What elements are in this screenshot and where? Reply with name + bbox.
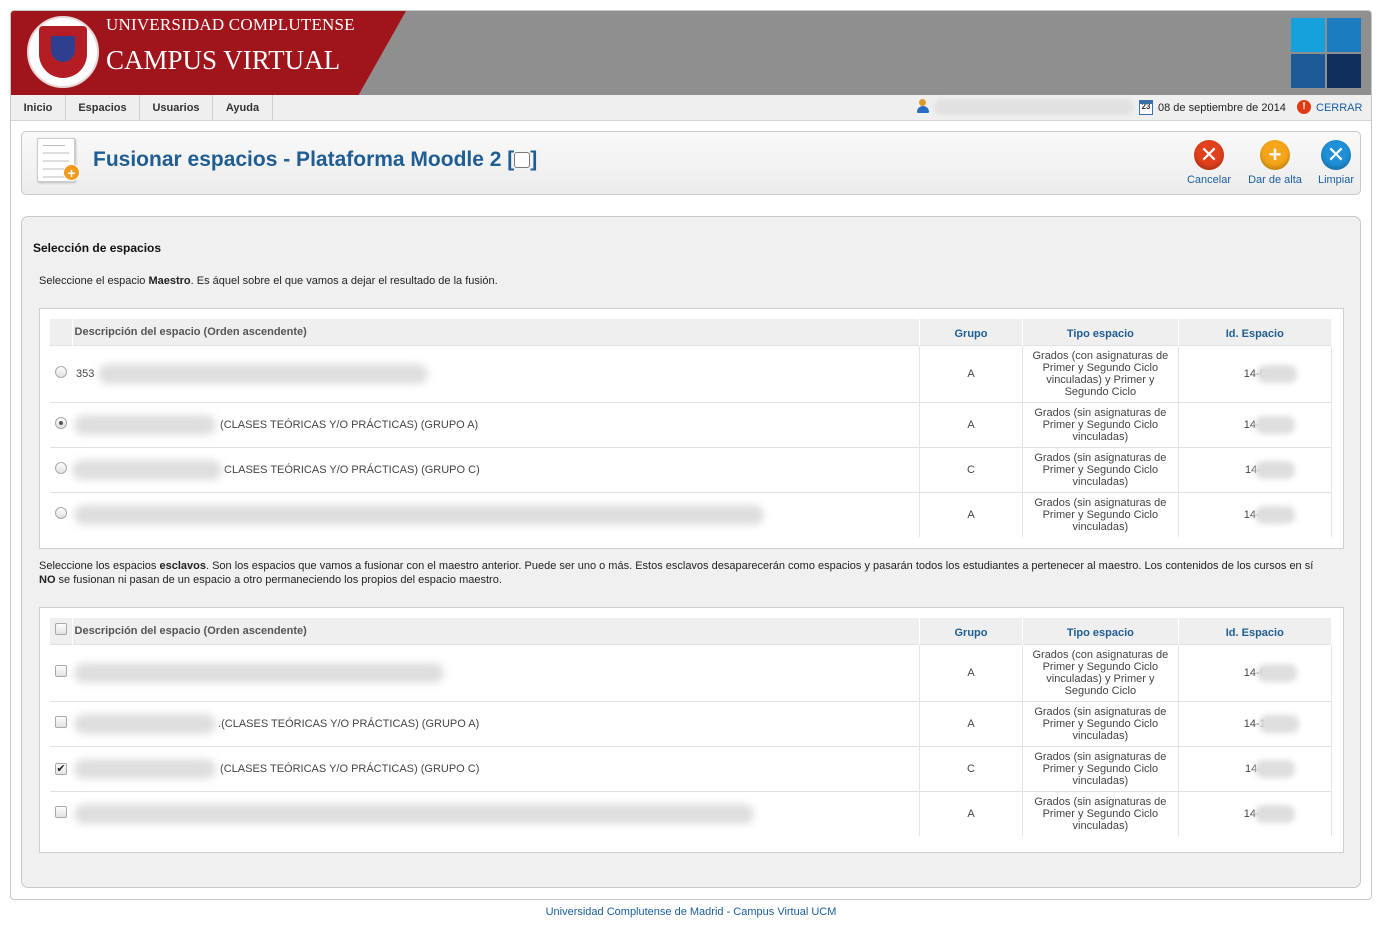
university-crest-icon [27, 16, 99, 88]
group-cell: A [919, 344, 1024, 402]
master-radio[interactable] [55, 417, 68, 429]
university-name: UNIVERSIDAD COMPLUTENSE [106, 15, 355, 34]
description-cell: CLASES TEÓRICAS Y/O PRÁCTICAS) (GRUPO C) [72, 446, 920, 492]
main-nav: Inicio Espacios Usuarios Ayuda 23 08 de … [11, 95, 1371, 121]
description-cell: (CLASES TEÓRICAS Y/O PRÁCTICAS) (GRUPO C… [72, 745, 920, 791]
clear-icon: ✕ [1321, 140, 1351, 170]
select-all-checkbox[interactable] [54, 623, 67, 636]
description-cell: .(CLASES TEÓRICAS Y/O PRÁCTICAS) (GRUPO … [72, 700, 920, 746]
type-column-header[interactable]: Tipo espacio [1022, 319, 1179, 345]
type-cell: Grados (sin asignaturas de Primer y Segu… [1022, 790, 1179, 836]
id-cell: 14-6 [1178, 344, 1333, 402]
group-cell: A [919, 700, 1024, 746]
master-table: Descripción del espacio (Orden ascendent… [50, 319, 1333, 537]
selection-panel: Selección de espacios Seleccione el espa… [21, 216, 1361, 888]
description-column-header[interactable]: Descripción del espacio (Orden ascendent… [72, 618, 920, 644]
select-column-header [50, 319, 73, 345]
type-cell: Grados (sin asignaturas de Primer y Segu… [1022, 446, 1179, 492]
master-radio[interactable] [55, 366, 68, 378]
logout-link[interactable]: CERRAR [1316, 95, 1362, 121]
page-header-panel: + Fusionar espacios - Plataforma Moodle … [21, 131, 1361, 195]
nav-item-inicio[interactable]: Inicio [11, 95, 66, 121]
moodle-icon [514, 152, 531, 168]
master-radio[interactable] [55, 507, 68, 520]
description-cell: 353 [72, 344, 920, 402]
slave-table: Descripción del espacio (Orden ascendent… [50, 618, 1333, 836]
type-cell: Grados (sin asignaturas de Primer y Segu… [1022, 401, 1179, 447]
id-cell: 14-1 [1178, 700, 1333, 746]
table-row[interactable]: 353 A Grados (con asignaturas de Primer … [50, 344, 1333, 402]
type-column-header[interactable]: Tipo espacio [1022, 618, 1179, 644]
app-window: UNIVERSIDAD COMPLUTENSE CAMPUS VIRTUAL I… [10, 10, 1372, 900]
nav-item-usuarios[interactable]: Usuarios [140, 95, 213, 121]
table-row[interactable]: ✔ (CLASES TEÓRICAS Y/O PRÁCTICAS) (GRUPO… [50, 745, 1333, 791]
group-cell: A [919, 401, 1024, 447]
slave-checkbox[interactable] [55, 806, 68, 819]
group-column-header[interactable]: Grupo [919, 618, 1024, 644]
user-icon [916, 99, 930, 113]
group-cell: C [919, 446, 1024, 492]
id-column-header[interactable]: Id. Espacio [1178, 618, 1333, 644]
type-cell: Grados (sin asignaturas de Primer y Segu… [1022, 745, 1179, 791]
nav-item-ayuda[interactable]: Ayuda [213, 95, 273, 121]
id-cell: 14-1 [1178, 491, 1333, 537]
description-cell [72, 790, 920, 836]
cancel-icon: ✕ [1194, 140, 1224, 170]
description-cell: (CLASES TEÓRICAS Y/O PRÁCTICAS) (GRUPO A… [72, 401, 920, 447]
section-title: Selección de espacios [33, 241, 162, 255]
university-link[interactable]: Universidad Complutense de Madrid [546, 906, 724, 918]
id-cell: 14-1 [1178, 401, 1333, 447]
slave-checkbox[interactable] [55, 665, 68, 677]
add-button[interactable]: + Dar de alta [1240, 140, 1310, 186]
brand-banner: UNIVERSIDAD COMPLUTENSE CAMPUS VIRTUAL [11, 11, 406, 95]
slave-table-box: Descripción del espacio (Orden ascendent… [39, 607, 1344, 853]
cancel-button[interactable]: ✕ Cancelar [1174, 140, 1244, 186]
calendar-icon: 23 [1139, 100, 1153, 115]
master-instruction: Seleccione el espacio Maestro. Es áquel … [39, 275, 498, 287]
type-cell: Grados (sin asignaturas de Primer y Segu… [1022, 700, 1179, 746]
id-cell: 14-( [1178, 446, 1333, 492]
add-icon: + [1260, 140, 1290, 170]
slave-checkbox[interactable] [55, 716, 68, 728]
logout-icon[interactable]: ! [1297, 100, 1311, 114]
page-title: Fusionar espacios - Plataforma Moodle 2 … [93, 148, 538, 171]
add-badge-icon: + [63, 164, 80, 181]
slave-checkbox[interactable]: ✔ [55, 762, 68, 775]
type-cell: Grados (sin asignaturas de Primer y Segu… [1022, 491, 1179, 537]
table-row[interactable]: (CLASES TEÓRICAS Y/O PRÁCTICAS) (GRUPO A… [50, 401, 1333, 447]
nav-item-espacios[interactable]: Espacios [66, 95, 140, 121]
table-row[interactable]: A Grados (con asignaturas de Primer y Se… [50, 643, 1333, 701]
page-footer: Universidad Complutense de Madrid - Camp… [545, 906, 837, 918]
select-all-header [50, 618, 73, 644]
clear-button[interactable]: ✕ Limpiar [1301, 140, 1371, 186]
slave-instruction: Seleccione los espacios esclavos. Son lo… [39, 560, 1314, 586]
group-cell: A [919, 643, 1024, 701]
group-cell: C [919, 745, 1024, 791]
user-name-redacted [934, 99, 1134, 115]
master-table-box: Descripción del espacio (Orden ascendent… [39, 308, 1344, 549]
id-cell: 14-( [1178, 745, 1333, 791]
group-column-header[interactable]: Grupo [919, 319, 1024, 345]
type-cell: Grados (con asignaturas de Primer y Segu… [1022, 643, 1179, 701]
table-row[interactable]: CLASES TEÓRICAS Y/O PRÁCTICAS) (GRUPO C)… [50, 446, 1333, 492]
group-cell: A [919, 790, 1024, 836]
campus-name: CAMPUS VIRTUAL [106, 45, 341, 75]
current-date: 08 de septiembre de 2014 [1158, 102, 1286, 114]
group-cell: A [919, 491, 1024, 537]
campus-link[interactable]: Campus Virtual UCM [733, 906, 836, 918]
ucm-logo-icon[interactable] [1291, 18, 1361, 88]
table-row[interactable]: A Grados (sin asignaturas de Primer y Se… [50, 790, 1333, 836]
description-column-header[interactable]: Descripción del espacio (Orden ascendent… [72, 319, 920, 345]
table-row[interactable]: .(CLASES TEÓRICAS Y/O PRÁCTICAS) (GRUPO … [50, 700, 1333, 746]
site-header: UNIVERSIDAD COMPLUTENSE CAMPUS VIRTUAL [11, 11, 1371, 95]
id-cell: 14-1 [1178, 790, 1333, 836]
table-row[interactable]: A Grados (sin asignaturas de Primer y Se… [50, 491, 1333, 537]
type-cell: Grados (con asignaturas de Primer y Segu… [1022, 344, 1179, 402]
id-cell: 14-6 [1178, 643, 1333, 701]
master-radio[interactable] [55, 462, 68, 474]
description-cell [72, 643, 920, 701]
description-cell [72, 491, 920, 537]
id-column-header[interactable]: Id. Espacio [1178, 319, 1333, 345]
